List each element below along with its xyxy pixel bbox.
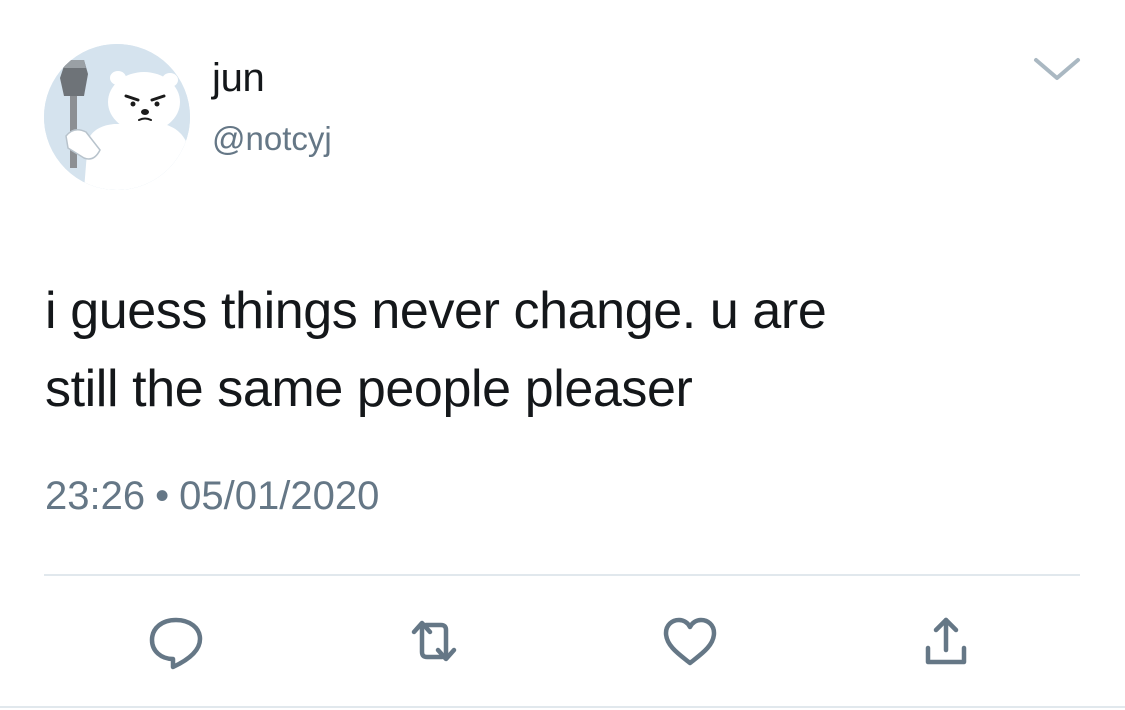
reply-button[interactable] <box>146 612 206 672</box>
chevron-down-icon[interactable] <box>1030 52 1084 86</box>
display-name[interactable]: jun <box>212 56 265 101</box>
polar-bear-avatar-icon <box>44 44 190 190</box>
share-button[interactable] <box>916 612 976 672</box>
bottom-divider <box>0 706 1125 708</box>
like-button[interactable] <box>660 612 720 672</box>
tweet-date: 05/01/2020 <box>179 474 380 518</box>
retweet-icon <box>411 620 457 662</box>
avatar[interactable] <box>44 44 190 190</box>
tweet-time: 23:26 <box>45 474 146 518</box>
user-handle[interactable]: @notcyj <box>212 120 332 158</box>
reply-icon <box>149 617 203 670</box>
share-icon <box>925 617 967 665</box>
retweet-button[interactable] <box>404 612 464 672</box>
tweet-timestamp[interactable]: 23:26 • 05/01/2020 <box>45 474 379 519</box>
heart-icon <box>663 617 717 666</box>
divider <box>44 574 1080 576</box>
separator-dot: • <box>155 474 170 518</box>
tweet-text: i guess things never change. u are still… <box>45 282 827 418</box>
